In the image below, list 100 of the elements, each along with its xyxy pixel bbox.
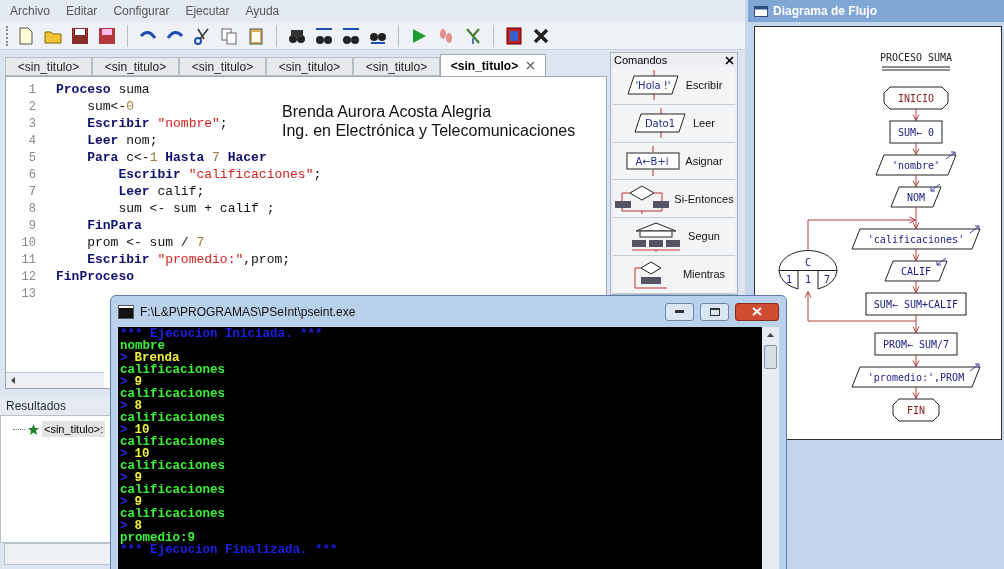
typed-input-text: 9 [134,376,143,388]
console-line: calificaciones [120,484,227,496]
line-number: 11 [20,251,36,269]
menu-item[interactable]: Editar [58,2,106,20]
console-line: calificaciones [120,364,227,376]
code-line: prom <- sum / 7 [86,233,205,252]
horizontal-scrollbar[interactable] [6,372,104,388]
menu-item[interactable]: Ayuda [237,2,288,20]
line-number: 9 [27,217,36,235]
output-block-drawing: 'Hola !' [625,70,682,101]
scroll-up-icon[interactable] [767,333,774,337]
line-number: 12 [20,268,36,286]
typed-input-text: 8 [134,520,143,532]
loop-node: C 1 1 7 [778,250,838,290]
chart-heading: PROCESO SUMA [879,52,953,71]
minimize-icon [675,310,684,313]
close-icon[interactable] [725,55,734,65]
input-node: CALIF [884,257,948,282]
editor-tab[interactable]: <sin_titulo> [266,57,353,76]
code-line: sum<-0 [86,97,135,116]
code-line: Leer nom; [86,131,158,150]
code-line: FinProceso [56,267,134,286]
menu-item[interactable]: Archivo [2,2,58,20]
flow-arrow [912,386,920,399]
console-icon [118,304,134,319]
command-button[interactable]: Dato1 Leer [613,104,735,143]
flow-arrow [912,174,920,187]
star-icon [28,423,39,435]
console-prompt: > [120,448,128,460]
process-box: SUM← 0 [889,120,943,144]
binoculars-icon[interactable] [341,25,361,46]
input-node: NOM [890,183,942,208]
code-line: Proceso suma [56,80,150,99]
console-line: calificaciones [120,460,227,472]
editor-tab[interactable]: <sin_titulo> [353,57,440,76]
process-box: SUM← SUM+CALIF [865,292,967,316]
console-prompt: > [120,400,128,412]
terminal-node: FIN [892,398,940,422]
command-button[interactable]: 'Hola !' Escribir [613,67,735,105]
annotation-text: Brenda Aurora Acosta Alegria [282,102,493,121]
editor-tab[interactable]: <sin_titulo> [440,54,546,76]
output-node: 'promedio:',PROM [851,363,981,388]
vertical-scrollbar[interactable] [762,327,779,569]
typed-input-text: 10 [134,448,150,460]
menu-item[interactable]: Ejecutar [177,2,238,20]
typed-input-text: 9 [134,472,143,484]
flow-arrow [912,142,920,155]
panel-title: Comandos [614,52,668,68]
line-number: 13 [20,285,36,303]
close-icon [752,307,762,316]
terminal-node: INICIO [883,86,949,110]
binoculars-icon[interactable] [314,25,334,46]
typed-input-text: 9 [134,496,143,508]
code-line: Escribir "nombre"; [86,114,228,133]
line-number: 3 [27,115,36,133]
console-line: *** Ejecucion Iniciada. *** [120,328,324,340]
console-prompt: > [120,424,128,436]
editor-tab[interactable]: <sin_titulo> [179,57,266,76]
editor-tab[interactable]: <sin_titulo> [92,57,179,76]
line-number: 10 [20,234,36,252]
console-prompt: > [120,520,128,532]
code-line: FinPara [86,216,142,235]
minimize-button[interactable] [665,302,694,321]
flow-arrow [912,314,920,333]
line-number: 4 [27,132,36,150]
console-line: calificaciones [120,436,227,448]
maximize-icon [709,307,720,316]
flow-arrow [912,280,920,293]
command-button[interactable]: A←B+i Asignar [613,142,735,181]
typed-input-text: 8 [134,400,143,412]
output-node: 'calificaciones' [851,225,981,250]
console-line: calificaciones [120,508,227,520]
clipboard-icon[interactable] [246,25,266,46]
console-line: promedio:9 [120,532,195,544]
scrollbar-thumb[interactable] [764,345,777,369]
typed-input-text: 10 [134,424,150,436]
output-node: 'nombre' [875,151,957,176]
close-button[interactable] [735,302,779,321]
console-prompt: > [120,472,128,484]
scroll-left-icon[interactable] [11,377,15,384]
flow-arrow [912,354,920,367]
line-number: 8 [27,200,36,218]
editor-tab[interactable]: <sin_titulo> [5,57,92,76]
tree-item[interactable]: <sin_titulo>: [42,420,106,438]
menu-item[interactable]: Configurar [105,2,178,20]
command-button[interactable]: Si-Entonces [613,180,735,219]
line-number: 5 [27,149,36,167]
command-button[interactable]: Mientras [613,256,735,294]
toolbar-grip[interactable] [6,25,9,46]
line-number: 2 [27,98,36,116]
command-button[interactable]: Segun [613,218,735,257]
process-box: PROM← SUM/7 [874,332,958,356]
maximize-button[interactable] [700,302,729,321]
help-book-icon[interactable] [504,25,524,46]
console-line: nombre [120,340,165,352]
console-line: calificaciones [120,412,227,424]
code-line: Escribir "promedio:",prom; [86,250,291,269]
code-line: sum <- sum + calif ; [117,199,275,218]
copy-icon[interactable] [219,25,239,46]
flow-arrow [912,248,920,261]
